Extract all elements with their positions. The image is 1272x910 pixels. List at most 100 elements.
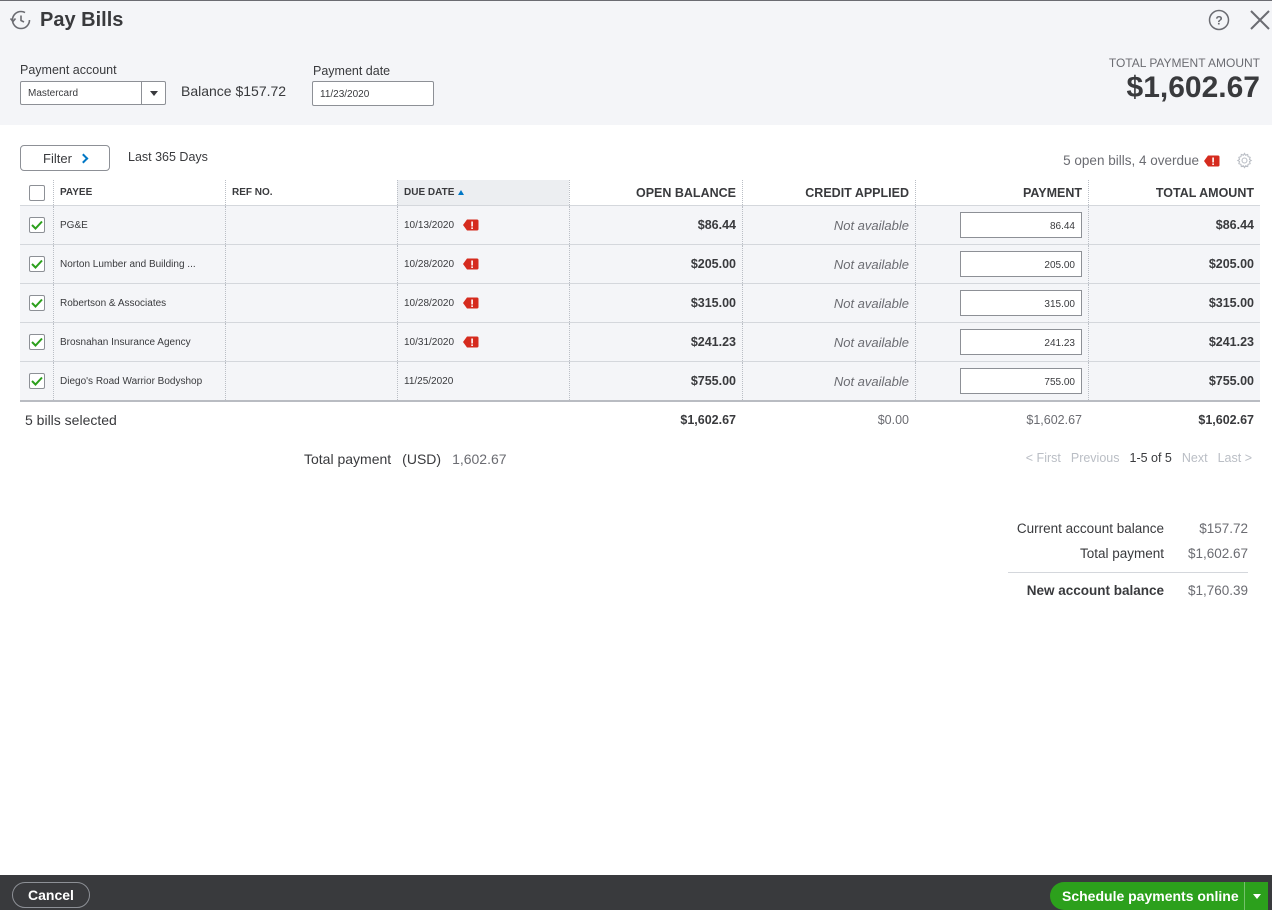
pager-previous[interactable]: Previous xyxy=(1071,451,1120,465)
payment-amount-input[interactable]: 241.23 xyxy=(960,329,1082,355)
schedule-options-dropdown[interactable] xyxy=(1244,882,1268,910)
due-date-cell: 10/31/2020 xyxy=(397,323,569,361)
due-date-cell: 10/13/2020 xyxy=(397,206,569,244)
payment-date-input[interactable]: 11/23/2020 xyxy=(312,81,434,106)
row-checkbox[interactable] xyxy=(28,295,45,311)
svg-text:?: ? xyxy=(1215,14,1222,28)
pager-first[interactable]: < First xyxy=(1026,451,1061,465)
filter-button-label: Filter xyxy=(43,150,72,166)
pager-last[interactable]: Last > xyxy=(1218,451,1252,465)
column-header-open-balance[interactable]: OPEN BALANCE xyxy=(569,180,742,205)
table-row[interactable]: Diego's Road Warrior Bodyshop 11/25/2020 $… xyxy=(20,362,1260,401)
total-payment-value: 1,602.67 xyxy=(452,451,507,467)
cancel-button[interactable]: Cancel xyxy=(12,882,90,908)
credit-applied-cell: Not available xyxy=(742,245,915,283)
payment-cell: 205.00 xyxy=(915,245,1088,283)
total-payment-amount-label: TOTAL PAYMENT AMOUNT xyxy=(1108,56,1260,70)
new-balance-row: New account balance $1,760.39 xyxy=(1008,572,1248,604)
payment-amount-input[interactable]: 86.44 xyxy=(960,212,1082,238)
new-balance-value: $1,760.39 xyxy=(1187,583,1248,598)
overdue-warning-icon xyxy=(463,297,479,309)
bills-selected-count: 5 bills selected xyxy=(25,412,117,428)
filter-range-text: Last 365 Days xyxy=(128,150,208,164)
payment-amount-input[interactable]: 755.00 xyxy=(960,368,1082,394)
title-row: Pay Bills xyxy=(8,8,123,32)
filter-button[interactable]: Filter xyxy=(20,145,110,171)
footer-bar: Cancel Schedule payments online xyxy=(0,875,1272,910)
table-row[interactable]: Norton Lumber and Building ... 10/28/2020… xyxy=(20,245,1260,284)
open-bills-summary: 5 open bills, 4 overdue xyxy=(1063,153,1220,168)
bills-table: PAYEE REF NO. DUE DATE OPEN BALANCE CRED… xyxy=(20,180,1260,438)
account-balance: Balance $157.72 xyxy=(181,83,286,99)
payment-cell: 755.00 xyxy=(915,362,1088,400)
balance-summary: Current account balance $157.72 Total pa… xyxy=(1008,516,1248,604)
balance-label: Balance xyxy=(181,83,232,99)
table-totals-row: 5 bills selected $1,602.67 $0.00 $1,602.… xyxy=(20,400,1260,438)
open-balance-cell: $315.00 xyxy=(569,284,742,322)
table-header: PAYEE REF NO. DUE DATE OPEN BALANCE CRED… xyxy=(20,180,1260,206)
summary-total-payment-label: Total payment xyxy=(1079,546,1164,561)
row-select-cell xyxy=(20,245,53,283)
pager-range: 1-5 of 5 xyxy=(1129,451,1172,465)
payment-account-select[interactable]: Mastercard xyxy=(20,81,166,105)
payment-account-value: Mastercard xyxy=(28,88,79,99)
credit-applied-cell: Not available xyxy=(742,362,915,400)
checkmark-icon xyxy=(30,259,43,269)
credit-applied-cell: Not available xyxy=(742,206,915,244)
payment-cell: 315.00 xyxy=(915,284,1088,322)
due-date-value: 10/13/2020 xyxy=(404,219,455,231)
payment-cell: 86.44 xyxy=(915,206,1088,244)
open-bills-text: 5 open bills, 4 overdue xyxy=(1063,153,1199,168)
checkmark-icon xyxy=(30,337,43,347)
payment-amount-input[interactable]: 205.00 xyxy=(960,251,1082,277)
due-date-cell: 10/28/2020 xyxy=(397,245,569,283)
row-checkbox[interactable] xyxy=(28,256,45,272)
credit-applied-cell: Not available xyxy=(742,323,915,361)
table-row[interactable]: PG&E 10/13/2020 $86.44 Not available 86.44 $8… xyxy=(20,206,1260,245)
due-date-cell: 11/25/2020 xyxy=(397,362,569,400)
checkmark-icon xyxy=(30,376,43,386)
table-row[interactable]: Brosnahan Insurance Agency 10/31/2020 $241… xyxy=(20,323,1260,362)
column-header-payee[interactable]: PAYEE xyxy=(53,180,225,205)
total-payment-column: $1,602.67 xyxy=(1026,413,1082,427)
overdue-warning-icon xyxy=(463,219,479,231)
total-payment-line: Total payment (USD) 1,602.67 xyxy=(304,451,507,467)
column-header-total-amount[interactable]: TOTAL AMOUNT xyxy=(1088,180,1260,205)
column-header-due-date[interactable]: DUE DATE xyxy=(397,180,569,205)
table-body: PG&E 10/13/2020 $86.44 Not available 86.44 $8… xyxy=(20,206,1260,401)
history-icon xyxy=(9,10,31,30)
close-icon[interactable] xyxy=(1248,8,1272,32)
summary-total-payment-row: Total payment $1,602.67 xyxy=(1008,541,1248,566)
payment-account-label: Payment account xyxy=(20,63,117,77)
due-date-value: 10/28/2020 xyxy=(404,297,455,309)
total-amount-column: $1,602.67 xyxy=(1198,413,1254,427)
table-row[interactable]: Robertson & Associates 10/28/2020 $315.00 N… xyxy=(20,284,1260,323)
due-date-value: 10/31/2020 xyxy=(404,336,455,348)
help-icon[interactable]: ? xyxy=(1208,9,1230,31)
row-checkbox[interactable] xyxy=(28,217,45,233)
total-payment-label: Total payment xyxy=(304,451,392,467)
summary-total-payment-value: $1,602.67 xyxy=(1187,546,1248,561)
total-amount-cell: $755.00 xyxy=(1088,362,1260,400)
column-header-ref-no[interactable]: REF NO. xyxy=(225,180,397,205)
select-all-checkbox[interactable] xyxy=(28,184,45,201)
dropdown-arrow[interactable] xyxy=(141,82,165,104)
ref-no-cell xyxy=(225,245,397,283)
ref-no-cell xyxy=(225,206,397,244)
column-header-credit-applied[interactable]: CREDIT APPLIED xyxy=(742,180,915,205)
row-select-cell xyxy=(20,362,53,400)
row-checkbox[interactable] xyxy=(28,373,45,389)
current-balance-label: Current account balance xyxy=(1016,521,1164,536)
payment-amount-input[interactable]: 315.00 xyxy=(960,290,1082,316)
row-checkbox[interactable] xyxy=(28,334,45,350)
new-balance-label: New account balance xyxy=(1026,583,1164,598)
gear-icon[interactable] xyxy=(1236,152,1253,169)
open-balance-cell: $241.23 xyxy=(569,323,742,361)
row-select-cell xyxy=(20,323,53,361)
checkmark-icon xyxy=(30,298,43,308)
current-balance-value: $157.72 xyxy=(1199,521,1248,536)
total-payment-amount-value: $1,602.67 xyxy=(1126,71,1260,104)
column-header-payment[interactable]: PAYMENT xyxy=(915,180,1088,205)
pager-next[interactable]: Next xyxy=(1182,451,1208,465)
schedule-payments-button[interactable]: Schedule payments online xyxy=(1050,882,1268,910)
